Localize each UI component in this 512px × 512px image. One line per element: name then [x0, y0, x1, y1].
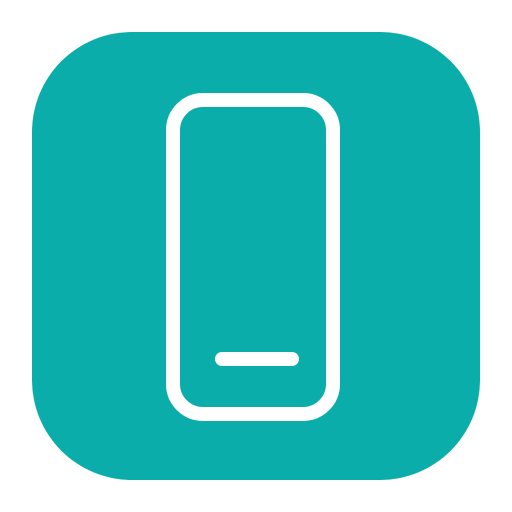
app-icon-tile[interactable]	[32, 32, 480, 480]
phone-body-outline	[166, 93, 340, 421]
mobile-phone-icon	[166, 93, 340, 421]
icon-canvas	[0, 0, 512, 512]
